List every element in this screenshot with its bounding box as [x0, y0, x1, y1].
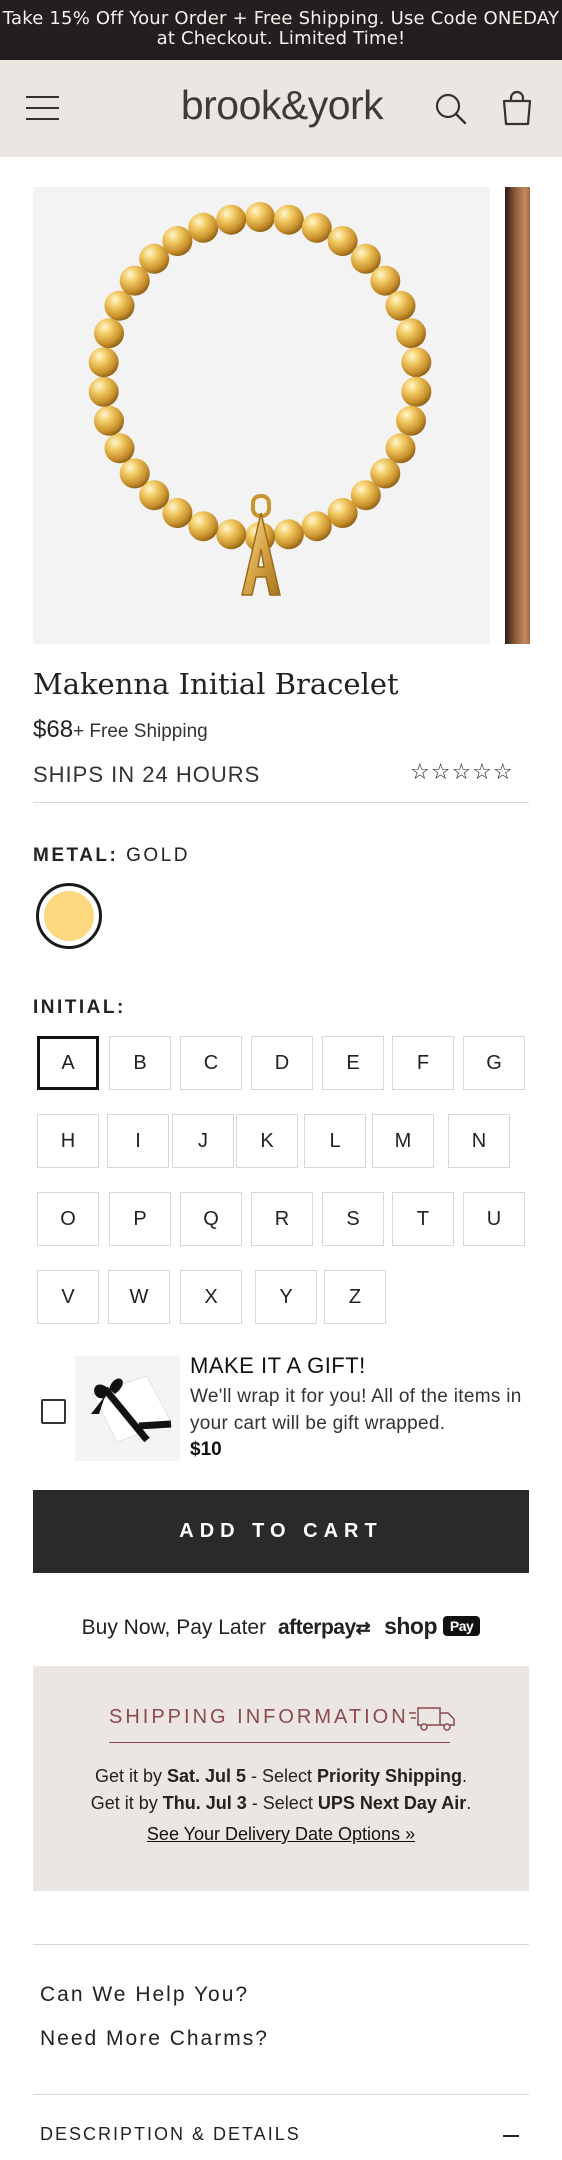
- initial-option[interactable]: F: [392, 1036, 454, 1090]
- shop-pay-logo[interactable]: shop Pay: [384, 1613, 481, 1639]
- product-title: Makenna Initial Bracelet: [33, 667, 399, 701]
- initial-option[interactable]: I: [107, 1114, 169, 1168]
- shipping-title: SHIPPING INFORMATION: [109, 1706, 409, 1728]
- bead: [94, 405, 124, 436]
- bead: [385, 290, 416, 321]
- initial-option[interactable]: L: [304, 1114, 366, 1168]
- initial-option[interactable]: G: [463, 1036, 525, 1090]
- afterpay-logo[interactable]: afterpay⇄: [278, 1616, 371, 1639]
- afterpay-arrow-icon: ⇄: [355, 1618, 371, 1638]
- truck-icon: [409, 1707, 455, 1731]
- bead: [94, 318, 124, 349]
- gift-box-image: [75, 1356, 180, 1461]
- bead: [370, 265, 401, 296]
- site-header: brook&york: [0, 60, 562, 157]
- bead: [119, 458, 150, 489]
- shipping-information-box: SHIPPING INFORMATION Get it by Sat. Jul …: [33, 1666, 529, 1891]
- bead: [104, 433, 135, 464]
- gold-swatch[interactable]: [36, 883, 102, 949]
- price-row: $68+ Free Shipping: [33, 716, 208, 744]
- bead: [104, 290, 135, 321]
- gift-title: MAKE IT A GIFT!: [190, 1353, 366, 1378]
- bnpl-text: Buy Now, Pay Later: [81, 1616, 267, 1639]
- collapse-minus-icon[interactable]: [503, 2135, 519, 2137]
- initial-option[interactable]: X: [180, 1270, 242, 1324]
- initial-option[interactable]: U: [463, 1192, 525, 1246]
- ships-in-text: SHIPS IN 24 HOURS: [33, 762, 261, 787]
- initial-option[interactable]: Y: [255, 1270, 317, 1324]
- description-details-toggle[interactable]: DESCRIPTION & DETAILS: [40, 2124, 520, 2145]
- initial-option[interactable]: J: [172, 1114, 234, 1168]
- bead: [188, 212, 219, 243]
- search-icon[interactable]: [434, 92, 468, 126]
- initial-option[interactable]: E: [322, 1036, 384, 1090]
- initial-option[interactable]: N: [448, 1114, 510, 1168]
- gift-description: We'll wrap it for you! All of the items …: [190, 1386, 522, 1434]
- metal-value: GOLD: [126, 845, 190, 866]
- bead: [301, 212, 332, 243]
- initial-option[interactable]: V: [37, 1270, 99, 1324]
- next-product-image[interactable]: [505, 187, 530, 644]
- shipping-title-underline: [109, 1742, 450, 1743]
- free-shipping-note: + Free Shipping: [73, 721, 208, 742]
- bead: [273, 519, 304, 550]
- bead: [88, 376, 119, 407]
- initial-option[interactable]: R: [251, 1192, 313, 1246]
- bead: [188, 511, 219, 542]
- divider: [33, 2094, 529, 2095]
- promo-banner: Take 15% Off Your Order + Free Shipping.…: [0, 0, 562, 60]
- bead: [396, 405, 426, 436]
- bead: [327, 498, 358, 528]
- gift-checkbox[interactable]: [41, 1399, 66, 1424]
- initial-option[interactable]: B: [109, 1036, 171, 1090]
- more-charms-link[interactable]: Need More Charms?: [40, 2027, 269, 2051]
- bead: [401, 376, 432, 407]
- add-to-cart-button[interactable]: ADD TO CART: [33, 1490, 529, 1573]
- initial-option[interactable]: Z: [324, 1270, 386, 1324]
- delivery-option-priority: Get it by Sat. Jul 5 - Select Priority S…: [94, 1766, 468, 1786]
- bead: [216, 204, 247, 235]
- product-price: $68: [33, 716, 74, 743]
- initial-option[interactable]: W: [108, 1270, 170, 1324]
- delivery-date-options-link[interactable]: See Your Delivery Date Options »: [33, 1824, 529, 1845]
- bead: [401, 347, 432, 378]
- bead: [385, 433, 416, 464]
- delivery-option-next-day: Get it by Thu. Jul 3 - Select UPS Next D…: [90, 1793, 472, 1813]
- brand-logo[interactable]: brook&york: [168, 82, 396, 129]
- divider: [33, 802, 529, 803]
- initial-option[interactable]: S: [322, 1192, 384, 1246]
- promo-text: Take 15% Off Your Order + Free Shipping.…: [2, 8, 560, 49]
- initial-option[interactable]: H: [37, 1114, 99, 1168]
- bead: [245, 202, 275, 232]
- initial-option[interactable]: P: [109, 1192, 171, 1246]
- initial-option[interactable]: K: [236, 1114, 298, 1168]
- cart-bag-icon[interactable]: [500, 90, 534, 126]
- gift-price: $10: [190, 1439, 222, 1460]
- product-image[interactable]: [33, 187, 490, 644]
- initial-option[interactable]: D: [251, 1036, 313, 1090]
- bead: [88, 347, 119, 378]
- bead: [162, 226, 193, 256]
- can-we-help-link[interactable]: Can We Help You?: [40, 1983, 249, 2007]
- initial-option[interactable]: M: [372, 1114, 434, 1168]
- bracelet-image: [88, 202, 432, 596]
- bead: [301, 511, 332, 542]
- initial-option[interactable]: A: [37, 1036, 99, 1090]
- initial-option[interactable]: Q: [180, 1192, 242, 1246]
- buy-now-pay-later: Buy Now, Pay Later afterpay⇄ shop Pay: [0, 1613, 562, 1640]
- divider: [33, 1944, 529, 1945]
- initial-option[interactable]: C: [180, 1036, 242, 1090]
- metal-label: METAL: GOLD: [33, 845, 190, 867]
- initial-option[interactable]: T: [392, 1192, 454, 1246]
- pay-badge: Pay: [442, 1616, 481, 1636]
- initial-label: INITIAL:: [33, 997, 126, 1018]
- rating-stars[interactable]: ☆☆☆☆☆: [410, 760, 514, 785]
- metal-label-title: METAL:: [33, 845, 119, 866]
- bead: [396, 318, 426, 349]
- bead: [273, 204, 304, 235]
- initial-option[interactable]: O: [37, 1192, 99, 1246]
- bead: [216, 519, 247, 550]
- menu-icon[interactable]: [26, 96, 62, 122]
